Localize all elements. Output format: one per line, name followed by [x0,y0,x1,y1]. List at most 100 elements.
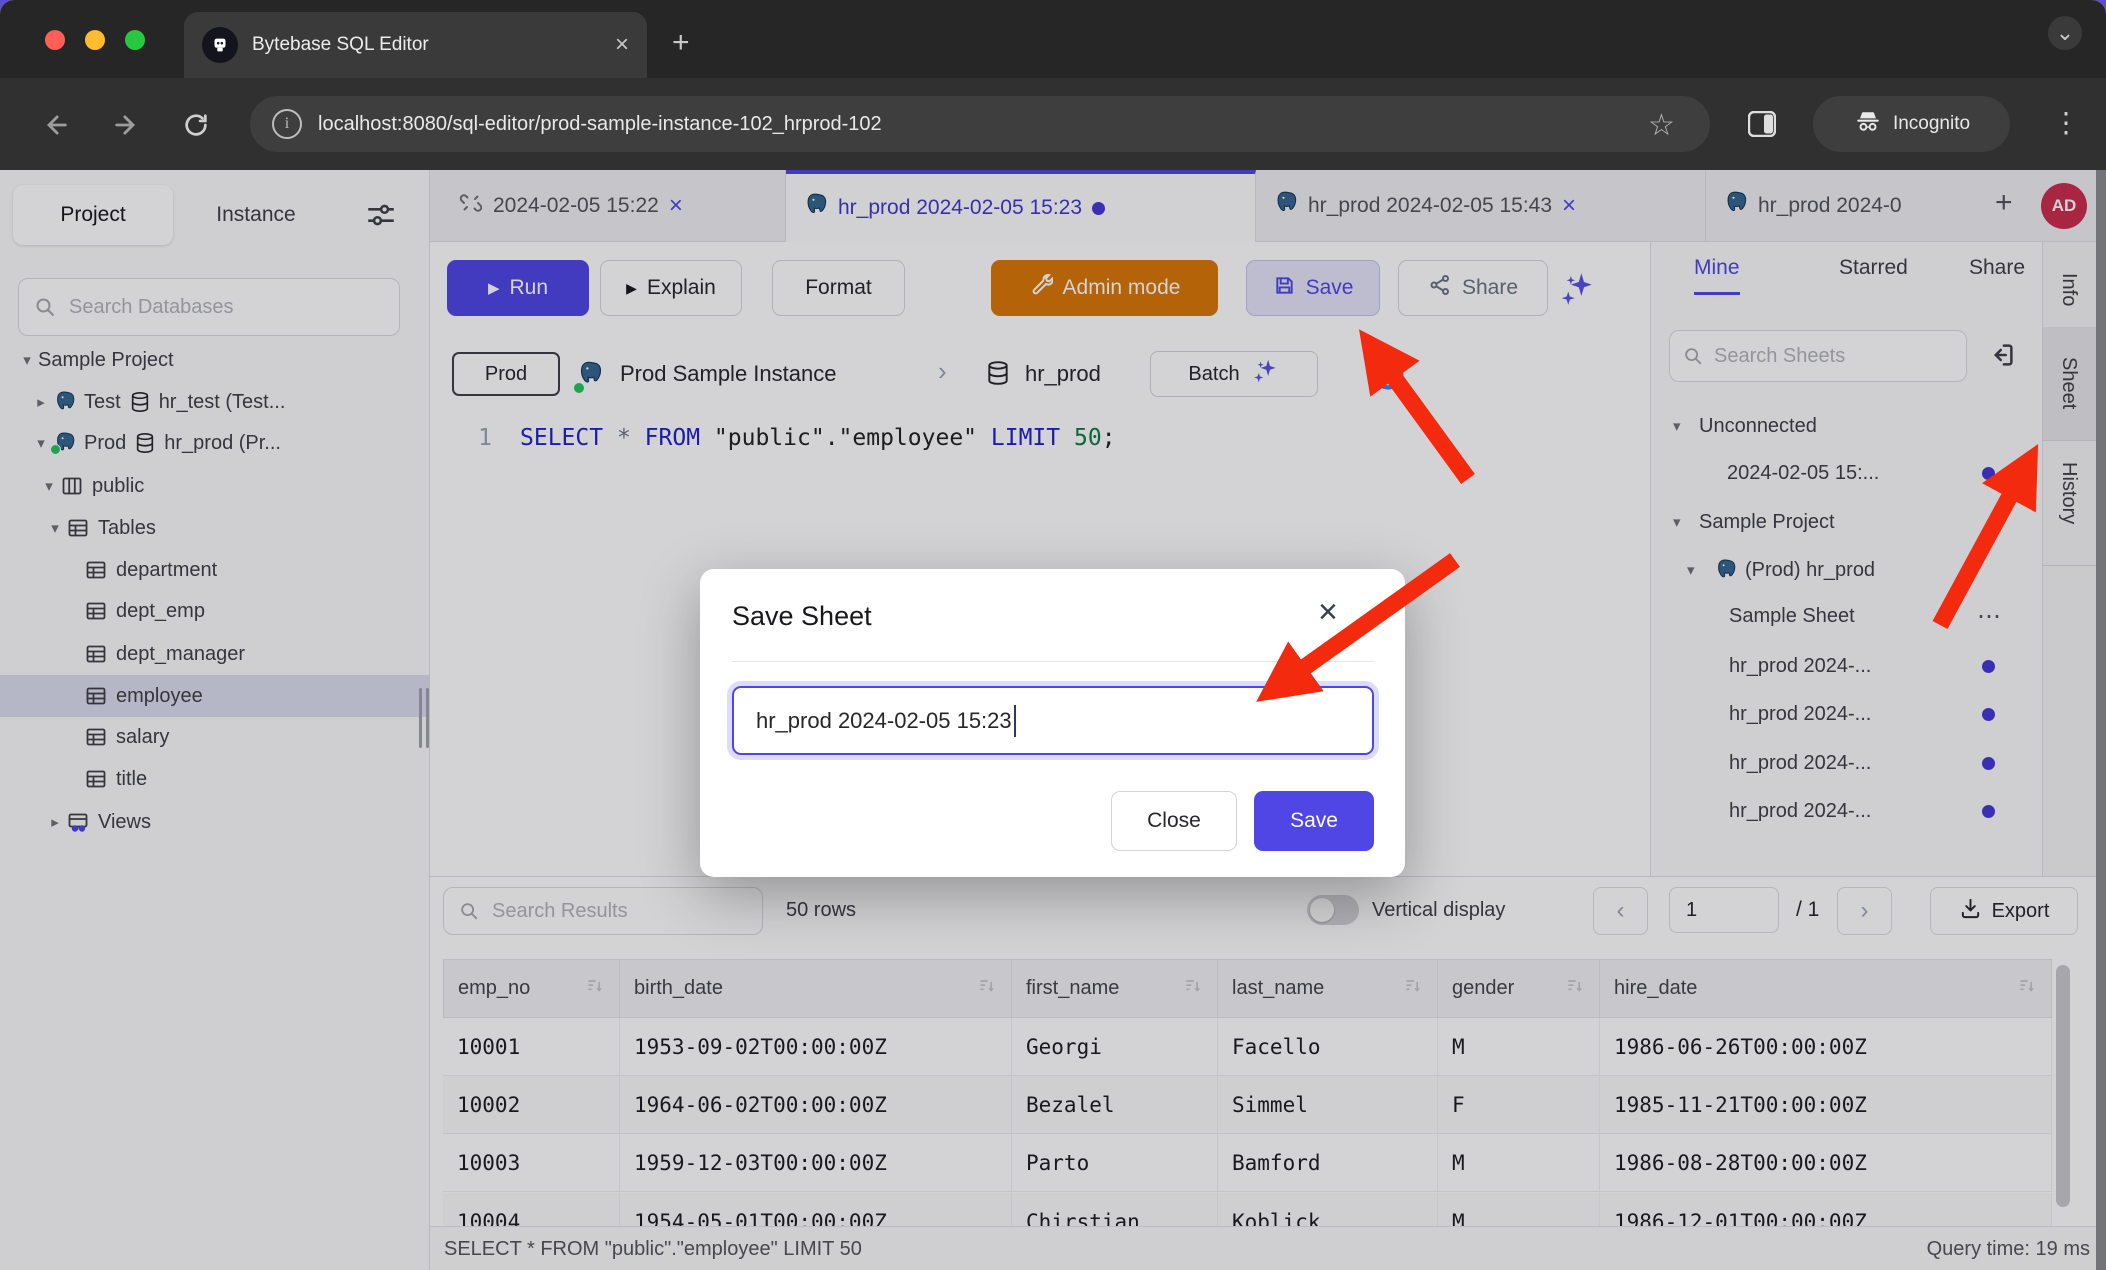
browser-tab-close-icon[interactable]: × [615,31,629,59]
browser-tab[interactable]: Bytebase SQL Editor × [184,12,647,78]
sheet-item[interactable]: hr_prod 2024-... [1651,644,2043,688]
table-cell[interactable]: 1986-06-26T00:00:00Z [1600,1018,2052,1076]
save-button[interactable]: Save [1246,260,1380,316]
table-scrollbar[interactable] [2056,965,2070,1207]
caret-down-icon[interactable]: ▾ [1673,513,1699,531]
new-sheet-tab-icon[interactable]: + [1995,186,2013,220]
table-cell[interactable]: Facello [1218,1018,1438,1076]
tab-mine[interactable]: Mine [1694,256,1740,295]
tree-node-table[interactable]: dept_manager [0,633,430,675]
sheet-group-project[interactable]: ▾ Sample Project [1651,500,2043,544]
caret-down-icon[interactable]: ▾ [44,519,66,537]
tree-node-table-employee-selected[interactable]: employee [0,675,430,717]
page-number-input[interactable] [1669,887,1779,933]
macos-zoom-button[interactable] [125,30,145,50]
site-info-icon[interactable]: i [272,109,302,139]
dialog-close-icon[interactable]: × [1318,593,1338,632]
tab-instance[interactable]: Instance [196,185,316,245]
tree-node-tables-group[interactable]: ▾ Tables [0,507,430,549]
filter-sliders-icon[interactable] [364,198,398,237]
caret-right-icon[interactable]: ▸ [30,393,52,411]
table-cell[interactable]: 10001 [443,1018,620,1076]
table-cell[interactable]: Koblick [1218,1193,1438,1226]
caret-right-icon[interactable]: ▸ [44,813,66,831]
table-cell[interactable]: 1986-12-01T00:00:00Z [1600,1193,2052,1226]
vertical-display-toggle[interactable] [1307,895,1359,925]
sheet-search[interactable] [1669,330,1967,382]
export-button[interactable]: Export [1930,887,2078,935]
sheet-item[interactable]: hr_prod 2024-... [1651,692,2043,736]
breadcrumb-database[interactable]: hr_prod [1025,361,1101,387]
sheet-item[interactable]: hr_prod 2024-... [1651,741,2043,785]
sort-icon[interactable] [2017,976,2037,1002]
caret-down-icon[interactable]: ▾ [38,477,60,495]
sheet-group-unconnected[interactable]: ▾ Unconnected [1651,404,2043,448]
explain-button[interactable]: ▶ Explain [600,260,742,316]
table-cell[interactable]: M [1438,1018,1600,1076]
prev-page-button[interactable]: ‹ [1593,887,1648,935]
column-header[interactable]: hire_date [1600,959,2052,1018]
reload-icon[interactable] [182,111,210,144]
table-cell[interactable]: 1964-06-02T00:00:00Z [620,1076,1012,1134]
table-cell[interactable]: 1953-09-02T00:00:00Z [620,1018,1012,1076]
tab-search-chevron-icon[interactable]: ⌄ [2048,16,2082,50]
sidebar-resize-handle[interactable] [419,688,429,748]
sheet-item[interactable]: hr_prod 2024-... [1651,789,2043,833]
macos-minimize-button[interactable] [85,30,105,50]
close-icon[interactable]: × [669,192,683,220]
forward-icon[interactable] [112,111,140,144]
refresh-schema-icon[interactable] [1368,354,1408,399]
caret-down-icon[interactable]: ▾ [16,351,38,369]
tab-share[interactable]: Share [1969,256,2025,280]
tab-project[interactable]: Project [13,185,173,245]
tree-node-table[interactable]: dept_emp [0,590,430,632]
dialog-save-button[interactable]: Save [1254,791,1374,851]
table-cell[interactable]: M [1438,1193,1600,1226]
sheet-tab-1[interactable]: 2024-02-05 15:22 × [443,170,786,242]
tree-node-table[interactable]: salary [0,716,430,758]
sheet-item[interactable]: 2024-02-05 15:... [1651,451,2043,495]
sheet-search-input[interactable] [1712,344,1954,369]
sheet-actions-icon[interactable]: ⋯ [1977,602,2003,631]
table-cell[interactable]: Bezalel [1012,1076,1218,1134]
sheet-database-node[interactable]: ▾ (Prod) hr_prod [1651,548,2043,592]
next-page-button[interactable]: › [1837,887,1892,935]
macos-close-button[interactable] [45,30,65,50]
bookmark-star-icon[interactable]: ☆ [1648,108,1675,143]
sort-icon[interactable] [1183,976,1203,1002]
table-cell[interactable]: Chirstian [1012,1193,1218,1226]
share-button[interactable]: Share [1398,260,1548,316]
table-cell[interactable]: Parto [1012,1134,1218,1192]
page-scrollbar-gutter[interactable] [2096,170,2106,1270]
caret-down-icon[interactable]: ▾ [1687,561,1713,579]
table-cell[interactable]: 10003 [443,1134,620,1192]
sort-icon[interactable] [1565,976,1585,1002]
sheet-tab-4[interactable]: hr_prod 2024-0 [1706,170,1952,242]
table-cell[interactable]: 10004 [443,1193,620,1226]
table-cell[interactable]: 1986-08-28T00:00:00Z [1600,1134,2052,1192]
sheet-item-sample[interactable]: Sample Sheet ⋯ [1651,594,2043,638]
breadcrumb-instance[interactable]: Prod Sample Instance [620,361,836,387]
tree-node-prod-database[interactable]: ▾ Prod hr_prod (Pr... [0,422,430,464]
side-panel-icon[interactable] [1748,111,1776,142]
strip-tab-history[interactable]: History [2043,440,2097,566]
column-header[interactable]: birth_date [620,959,1012,1018]
admin-mode-button[interactable]: Admin mode [991,260,1218,316]
table-cell[interactable]: Georgi [1012,1018,1218,1076]
sort-icon[interactable] [585,976,605,1002]
results-search[interactable] [443,887,763,935]
tab-starred[interactable]: Starred [1839,256,1908,280]
sort-icon[interactable] [1403,976,1423,1002]
table-cell[interactable]: Bamford [1218,1134,1438,1192]
column-header[interactable]: first_name [1012,959,1218,1018]
results-search-input[interactable] [490,899,748,924]
table-cell[interactable]: 1954-05-01T00:00:00Z [620,1193,1012,1226]
new-browser-tab-icon[interactable]: + [672,26,690,60]
tree-node-test-database[interactable]: ▸ Test hr_test (Test... [0,381,430,423]
dialog-close-button[interactable]: Close [1111,791,1237,851]
close-icon[interactable]: × [1562,192,1576,220]
caret-down-icon[interactable]: ▾ [1673,417,1699,435]
tree-node-views-group[interactable]: ▸ Views [0,801,430,843]
database-search[interactable] [18,278,400,336]
run-button[interactable]: ▶ Run [447,260,589,316]
